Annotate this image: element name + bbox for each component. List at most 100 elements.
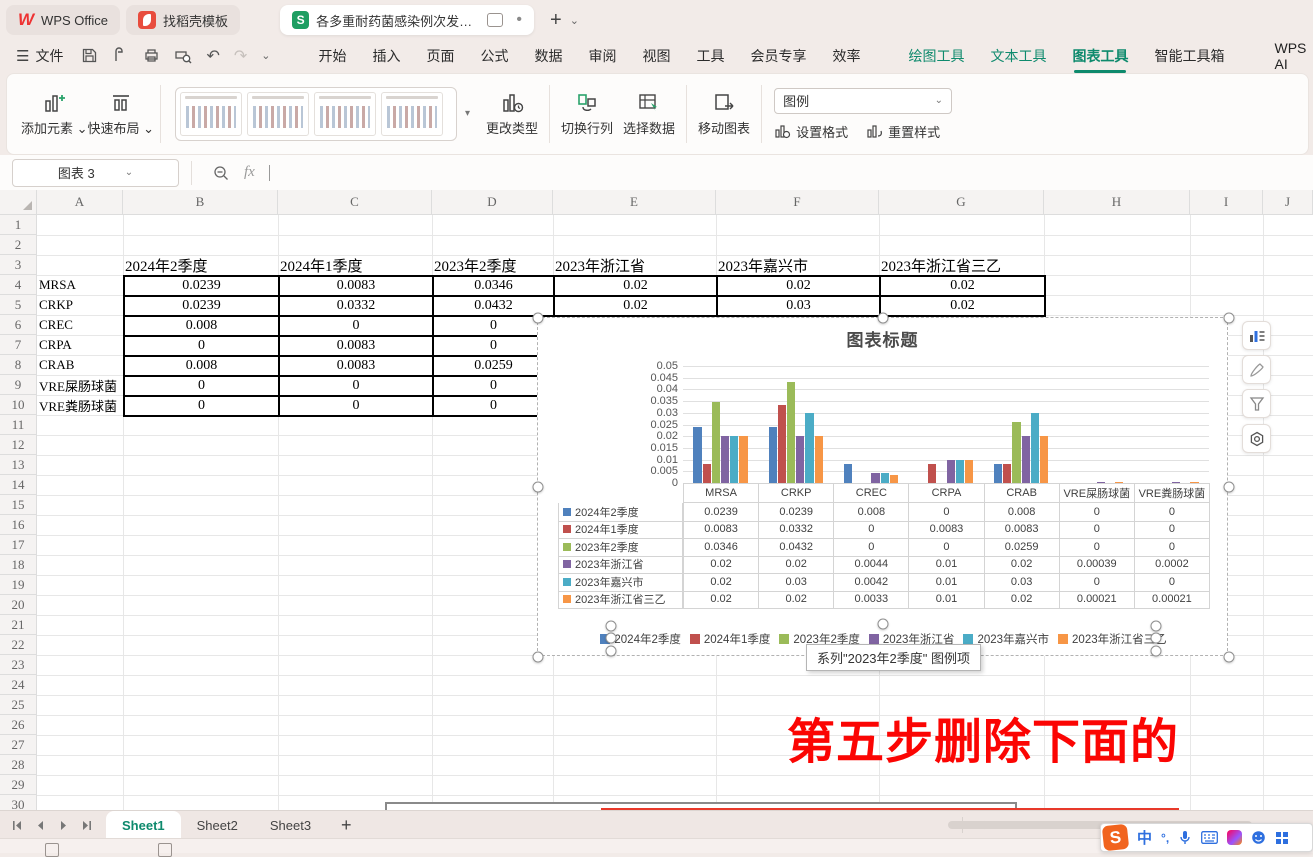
cell-C5[interactable]: 0.0332 [278,295,434,317]
select-data-button[interactable]: 选择数据 [618,81,680,147]
menu-智能工具箱[interactable]: 智能工具箱 [1154,46,1224,66]
bar-2023年嘉兴市-CREC[interactable] [881,473,889,483]
column-header-D[interactable]: D [432,190,553,215]
undo-icon[interactable]: ↶ [206,46,219,66]
bar-2024年2季度-CREC[interactable] [844,464,852,483]
chart-elements-quick-button[interactable] [1242,321,1271,350]
row-header-24[interactable]: 24 [0,675,37,695]
bar-2023年浙江省三乙-CREC[interactable] [890,475,898,483]
new-tab-button[interactable]: + [550,9,562,32]
row-header-2[interactable]: 2 [0,235,37,255]
cell-D4[interactable]: 0.0346 [432,275,555,297]
status-list-icon[interactable] [158,843,172,857]
tab-document[interactable]: S 各多重耐药菌感染例次发生率… • [280,5,534,35]
emoji-icon[interactable] [1251,830,1266,845]
bar-2023年嘉兴市-CRAB[interactable] [1031,413,1039,483]
row-header-28[interactable]: 28 [0,755,37,775]
cell-G4[interactable]: 0.02 [879,275,1046,297]
ime-skin-icon[interactable] [1227,830,1242,845]
cell-B4[interactable]: 0.0239 [123,275,280,297]
chart-selection-handle[interactable] [533,313,544,324]
status-ime-icon[interactable] [45,843,59,857]
chart-element-dropdown[interactable]: 图例 ⌄ [774,88,952,114]
row-header-12[interactable]: 12 [0,435,37,455]
column-header-G[interactable]: G [879,190,1044,215]
cell-F4[interactable]: 0.02 [716,275,881,297]
next-sheet-icon[interactable] [58,820,69,831]
bar-2024年1季度-CRAB[interactable] [1003,464,1011,483]
row-header-27[interactable]: 27 [0,735,37,755]
row-header-19[interactable]: 19 [0,575,37,595]
chart-selection-handle[interactable] [533,482,544,493]
legend-selection-handle[interactable] [606,621,617,632]
cell-E5[interactable]: 0.02 [553,295,718,317]
save-icon[interactable] [81,47,98,64]
move-chart-button[interactable]: 移动图表 [693,81,755,147]
bar-2024年2季度-MRSA[interactable] [693,427,701,483]
export-pdf-icon[interactable] [112,47,129,64]
cell-A5[interactable]: CRKP [37,295,123,315]
chart-selection-handle[interactable] [1224,313,1235,324]
row-header-10[interactable]: 10 [0,395,37,415]
chart-object[interactable]: 图表标题 0.050.0450.040.0350.030.0250.020.01… [537,317,1228,656]
row-header-6[interactable]: 6 [0,315,37,335]
quick-access-chevron-icon[interactable]: ⌄ [261,49,270,62]
row-header-16[interactable]: 16 [0,515,37,535]
change-type-button[interactable]: 更改类型 [481,81,543,147]
row-header-17[interactable]: 17 [0,535,37,555]
column-header-J[interactable]: J [1263,190,1313,215]
cell-header-row3-col5[interactable]: 2023年嘉兴市 [716,255,879,275]
set-format-button[interactable]: 设置格式 [774,122,848,141]
cell-B9[interactable]: 0 [123,375,280,397]
row-header-11[interactable]: 11 [0,415,37,435]
zoom-formula-icon[interactable] [212,164,230,182]
ime-punctuation-icon[interactable]: °, [1161,831,1169,845]
cell-B7[interactable]: 0 [123,335,280,357]
cell-C7[interactable]: 0.0083 [278,335,434,357]
legend-item-2024年1季度[interactable]: 2024年1季度 [690,631,770,647]
row-header-3[interactable]: 3 [0,255,37,275]
print-icon[interactable] [143,47,160,64]
chart-selection-handle[interactable] [878,313,889,324]
cell-header-row3-col4[interactable]: 2023年浙江省 [553,255,716,275]
bar-2024年1季度-CRPA[interactable] [928,464,936,483]
row-header-13[interactable]: 13 [0,455,37,475]
menu-绘图工具[interactable]: 绘图工具 [908,46,964,66]
name-box-chevron-icon[interactable]: ⌄ [125,167,133,178]
chart-title[interactable]: 图表标题 [538,326,1227,351]
cell-header-row3-col3[interactable]: 2023年2季度 [432,255,553,275]
legend-selection-handle[interactable] [606,633,617,644]
select-all-corner[interactable] [0,190,37,215]
cell-B10[interactable]: 0 [123,395,280,417]
chart-style-quick-button[interactable] [1242,355,1271,384]
cell-A9[interactable]: VRE屎肠球菌 [37,375,123,395]
column-header-E[interactable]: E [553,190,716,215]
row-header-25[interactable]: 25 [0,695,37,715]
last-sheet-icon[interactable] [81,820,92,831]
chart-style-thumbnail[interactable] [314,92,376,136]
cell-A6[interactable]: CREC [37,315,123,335]
keyboard-icon[interactable] [1201,831,1218,844]
cell-A8[interactable]: CRAB [37,355,123,375]
bar-2023年嘉兴市-MRSA[interactable] [730,436,738,483]
name-box[interactable]: 图表 3 ⌄ [12,159,179,187]
row-header-9[interactable]: 9 [0,375,37,395]
row-header-14[interactable]: 14 [0,475,37,495]
row-header-15[interactable]: 15 [0,495,37,515]
row-header-29[interactable]: 29 [0,775,37,795]
bar-2023年嘉兴市-CRKP[interactable] [805,413,813,483]
cell-header-row3-col1[interactable]: 2024年2季度 [123,255,278,275]
column-header-B[interactable]: B [123,190,278,215]
cell-A4[interactable]: MRSA [37,275,123,295]
bar-2023年浙江省-MRSA[interactable] [721,436,729,483]
bar-2023年浙江省-CRPA[interactable] [947,460,955,483]
column-header-H[interactable]: H [1044,190,1190,215]
column-header-F[interactable]: F [716,190,879,215]
bar-2023年2季度-MRSA[interactable] [712,402,720,483]
first-sheet-icon[interactable] [12,820,23,831]
chart-selection-handle[interactable] [1224,482,1235,493]
bar-2023年浙江省-CRAB[interactable] [1022,436,1030,483]
reset-style-button[interactable]: 重置样式 [866,122,940,141]
menu-页面[interactable]: 页面 [426,46,454,66]
chart-style-thumbnail[interactable] [180,92,242,136]
